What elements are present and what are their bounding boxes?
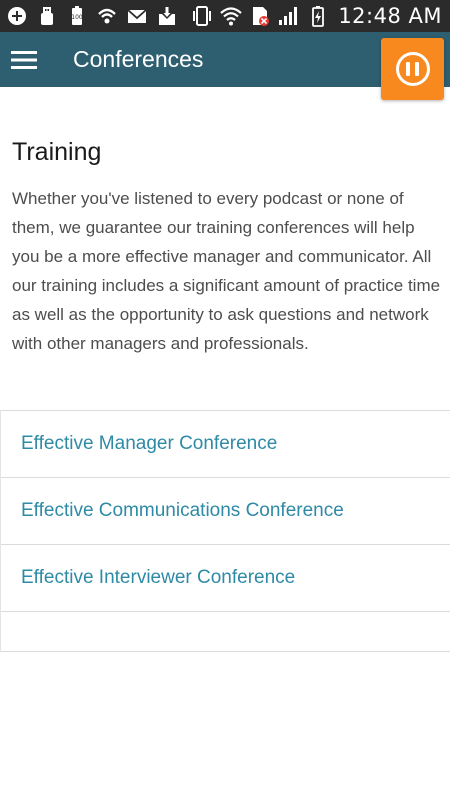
add-icon: [6, 5, 28, 27]
menu-icon: [11, 50, 37, 69]
intro-text: Whether you've listened to every podcast…: [12, 189, 441, 353]
conference-link-interviewer[interactable]: Effective Interviewer Conference: [1, 544, 450, 611]
no-sim-icon: [249, 5, 271, 27]
battery-saver-icon: 100: [66, 5, 88, 27]
usb-icon: [36, 5, 58, 27]
menu-button[interactable]: [0, 32, 50, 87]
section-heading: Training: [12, 138, 102, 166]
conference-link-communications[interactable]: Effective Communications Conference: [1, 477, 450, 544]
wifi-icon: [220, 5, 243, 27]
conference-link-manager[interactable]: Effective Manager Conference: [1, 410, 450, 477]
email-icon: [126, 5, 148, 27]
pause-icon: [395, 52, 430, 86]
vibrate-icon: [191, 5, 213, 27]
list-empty-row: [1, 611, 450, 652]
signal-icon: [278, 5, 300, 27]
page-title: Conferences: [73, 46, 204, 72]
pause-button[interactable]: [381, 38, 444, 100]
battery-charging-icon: [307, 5, 329, 27]
svg-text:100: 100: [71, 14, 83, 21]
download-icon: [156, 5, 178, 27]
app-bar: Conferences: [0, 32, 450, 100]
status-bar: 100 12:48 AM: [0, 0, 450, 32]
conference-list: Effective Manager Conference Effective C…: [0, 410, 450, 652]
status-time: 12:48 AM: [338, 4, 442, 28]
hotspot-icon: [96, 5, 118, 27]
